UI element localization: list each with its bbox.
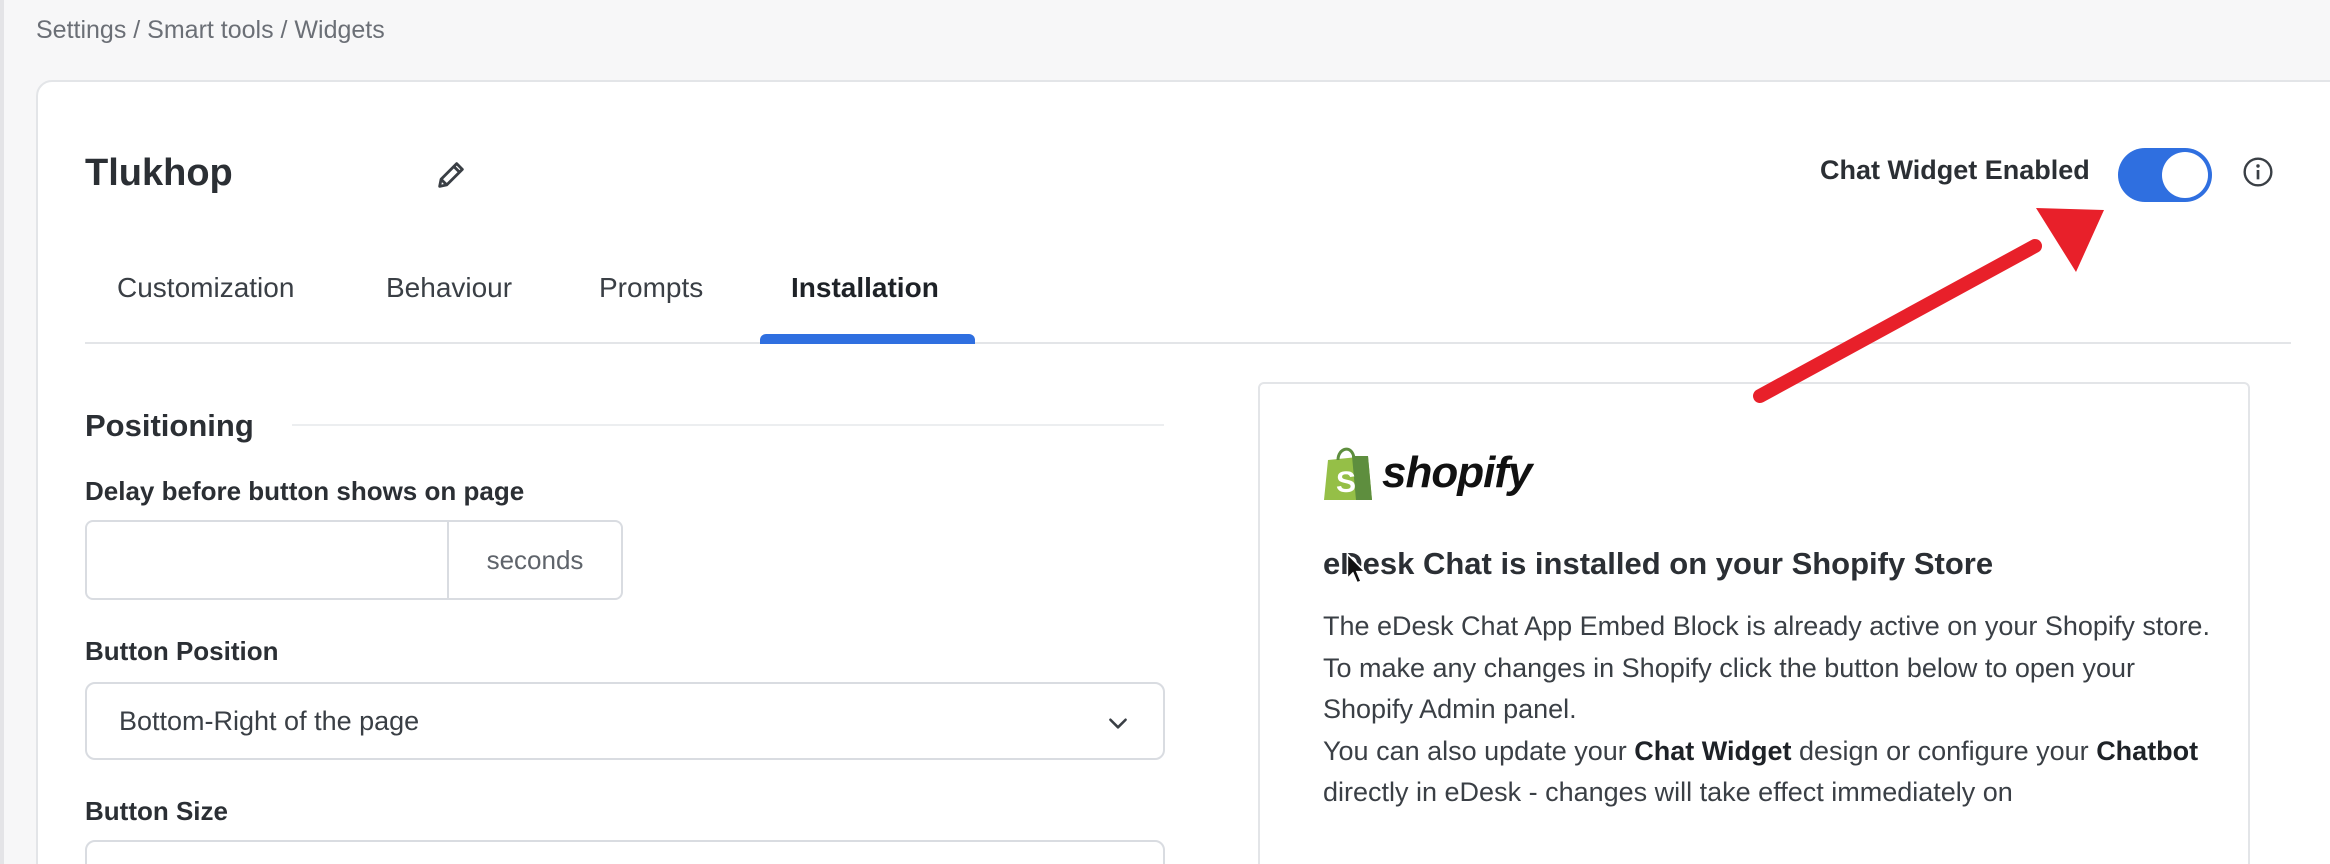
delay-input-group: seconds <box>85 520 623 600</box>
button-position-label: Button Position <box>85 636 279 666</box>
shopify-logo: S shopify <box>1322 444 1532 502</box>
chat-widget-toggle-label: Chat Widget Enabled <box>1820 155 2090 185</box>
shopify-para-3: You can also update your Chat Widget des… <box>1323 735 2199 808</box>
button-size-select[interactable] <box>85 840 1165 864</box>
section-divider <box>292 424 1164 426</box>
button-position-value: Bottom-Right of the page <box>119 706 420 736</box>
shopify-panel-text: The eDesk Chat App Embed Block is alread… <box>1323 606 2223 814</box>
button-size-label: Button Size <box>85 796 228 826</box>
svg-text:S: S <box>1336 466 1356 499</box>
tab-behaviour[interactable]: Behaviour <box>386 272 512 304</box>
tab-bar: Customization Behaviour Prompts Installa… <box>85 250 2291 344</box>
widget-name: Tlukhop <box>85 152 233 194</box>
shopify-bag-icon: S <box>1324 447 1372 500</box>
info-icon[interactable] <box>2242 156 2274 188</box>
tab-installation[interactable]: Installation <box>791 272 939 304</box>
shopify-para-2: To make any changes in Shopify click the… <box>1323 652 2135 725</box>
button-position-select[interactable]: Bottom-Right of the page <box>85 682 1165 760</box>
tab-customization[interactable]: Customization <box>117 272 294 304</box>
shopify-panel-heading: eDesk Chat is installed on your Shopify … <box>1323 546 1994 581</box>
shopify-para-1: The eDesk Chat App Embed Block is alread… <box>1323 611 2210 641</box>
delay-label: Delay before button shows on page <box>85 476 525 506</box>
breadcrumb[interactable]: Settings / Smart tools / Widgets <box>36 16 385 45</box>
delay-suffix: seconds <box>447 522 621 598</box>
chevron-down-icon <box>1109 718 1127 729</box>
tab-prompts[interactable]: Prompts <box>599 272 703 304</box>
shopify-wordmark: shopify <box>1382 448 1532 497</box>
chat-widget-toggle[interactable] <box>2118 148 2212 202</box>
active-tab-indicator <box>760 334 975 344</box>
pencil-icon[interactable] <box>434 158 468 192</box>
positioning-title: Positioning <box>85 408 254 443</box>
delay-input[interactable] <box>87 522 447 598</box>
left-edge <box>0 0 4 864</box>
chatbot-emphasis: Chatbot <box>2096 735 2199 766</box>
chat-widget-emphasis: Chat Widget <box>1634 735 1792 766</box>
toggle-knob <box>2162 152 2208 198</box>
mouse-cursor-icon <box>1346 552 1368 584</box>
